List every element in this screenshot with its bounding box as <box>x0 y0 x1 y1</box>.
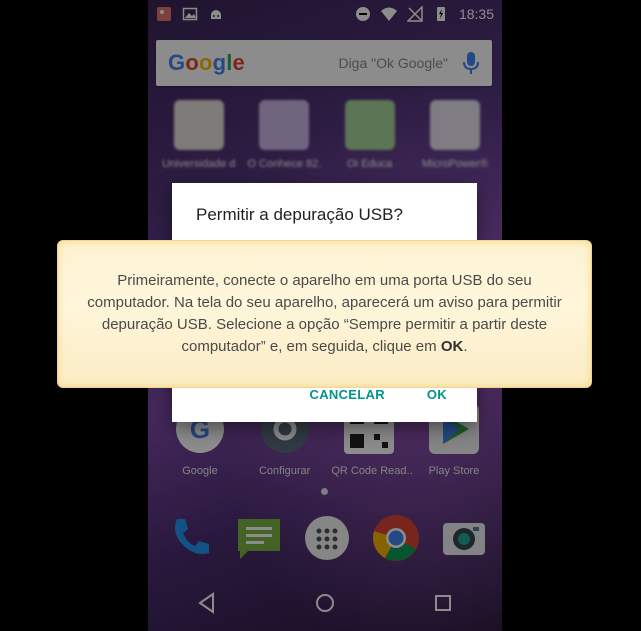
cancel-button[interactable]: CANCELAR <box>310 387 385 402</box>
instruction-end: . <box>463 338 468 355</box>
instruction-emphasis: OK <box>440 338 464 355</box>
dialog-actions: CANCELAR OK <box>310 387 447 402</box>
instruction-body: Primeiramente, conecte o aparelho em uma… <box>87 272 562 355</box>
instruction-text: Primeiramente, conecte o aparelho em uma… <box>86 270 563 358</box>
dialog-title: Permitir a depuração USB? <box>196 205 403 224</box>
ok-button[interactable]: OK <box>427 387 447 402</box>
instruction-callout: Primeiramente, conecte o aparelho em uma… <box>57 240 592 388</box>
